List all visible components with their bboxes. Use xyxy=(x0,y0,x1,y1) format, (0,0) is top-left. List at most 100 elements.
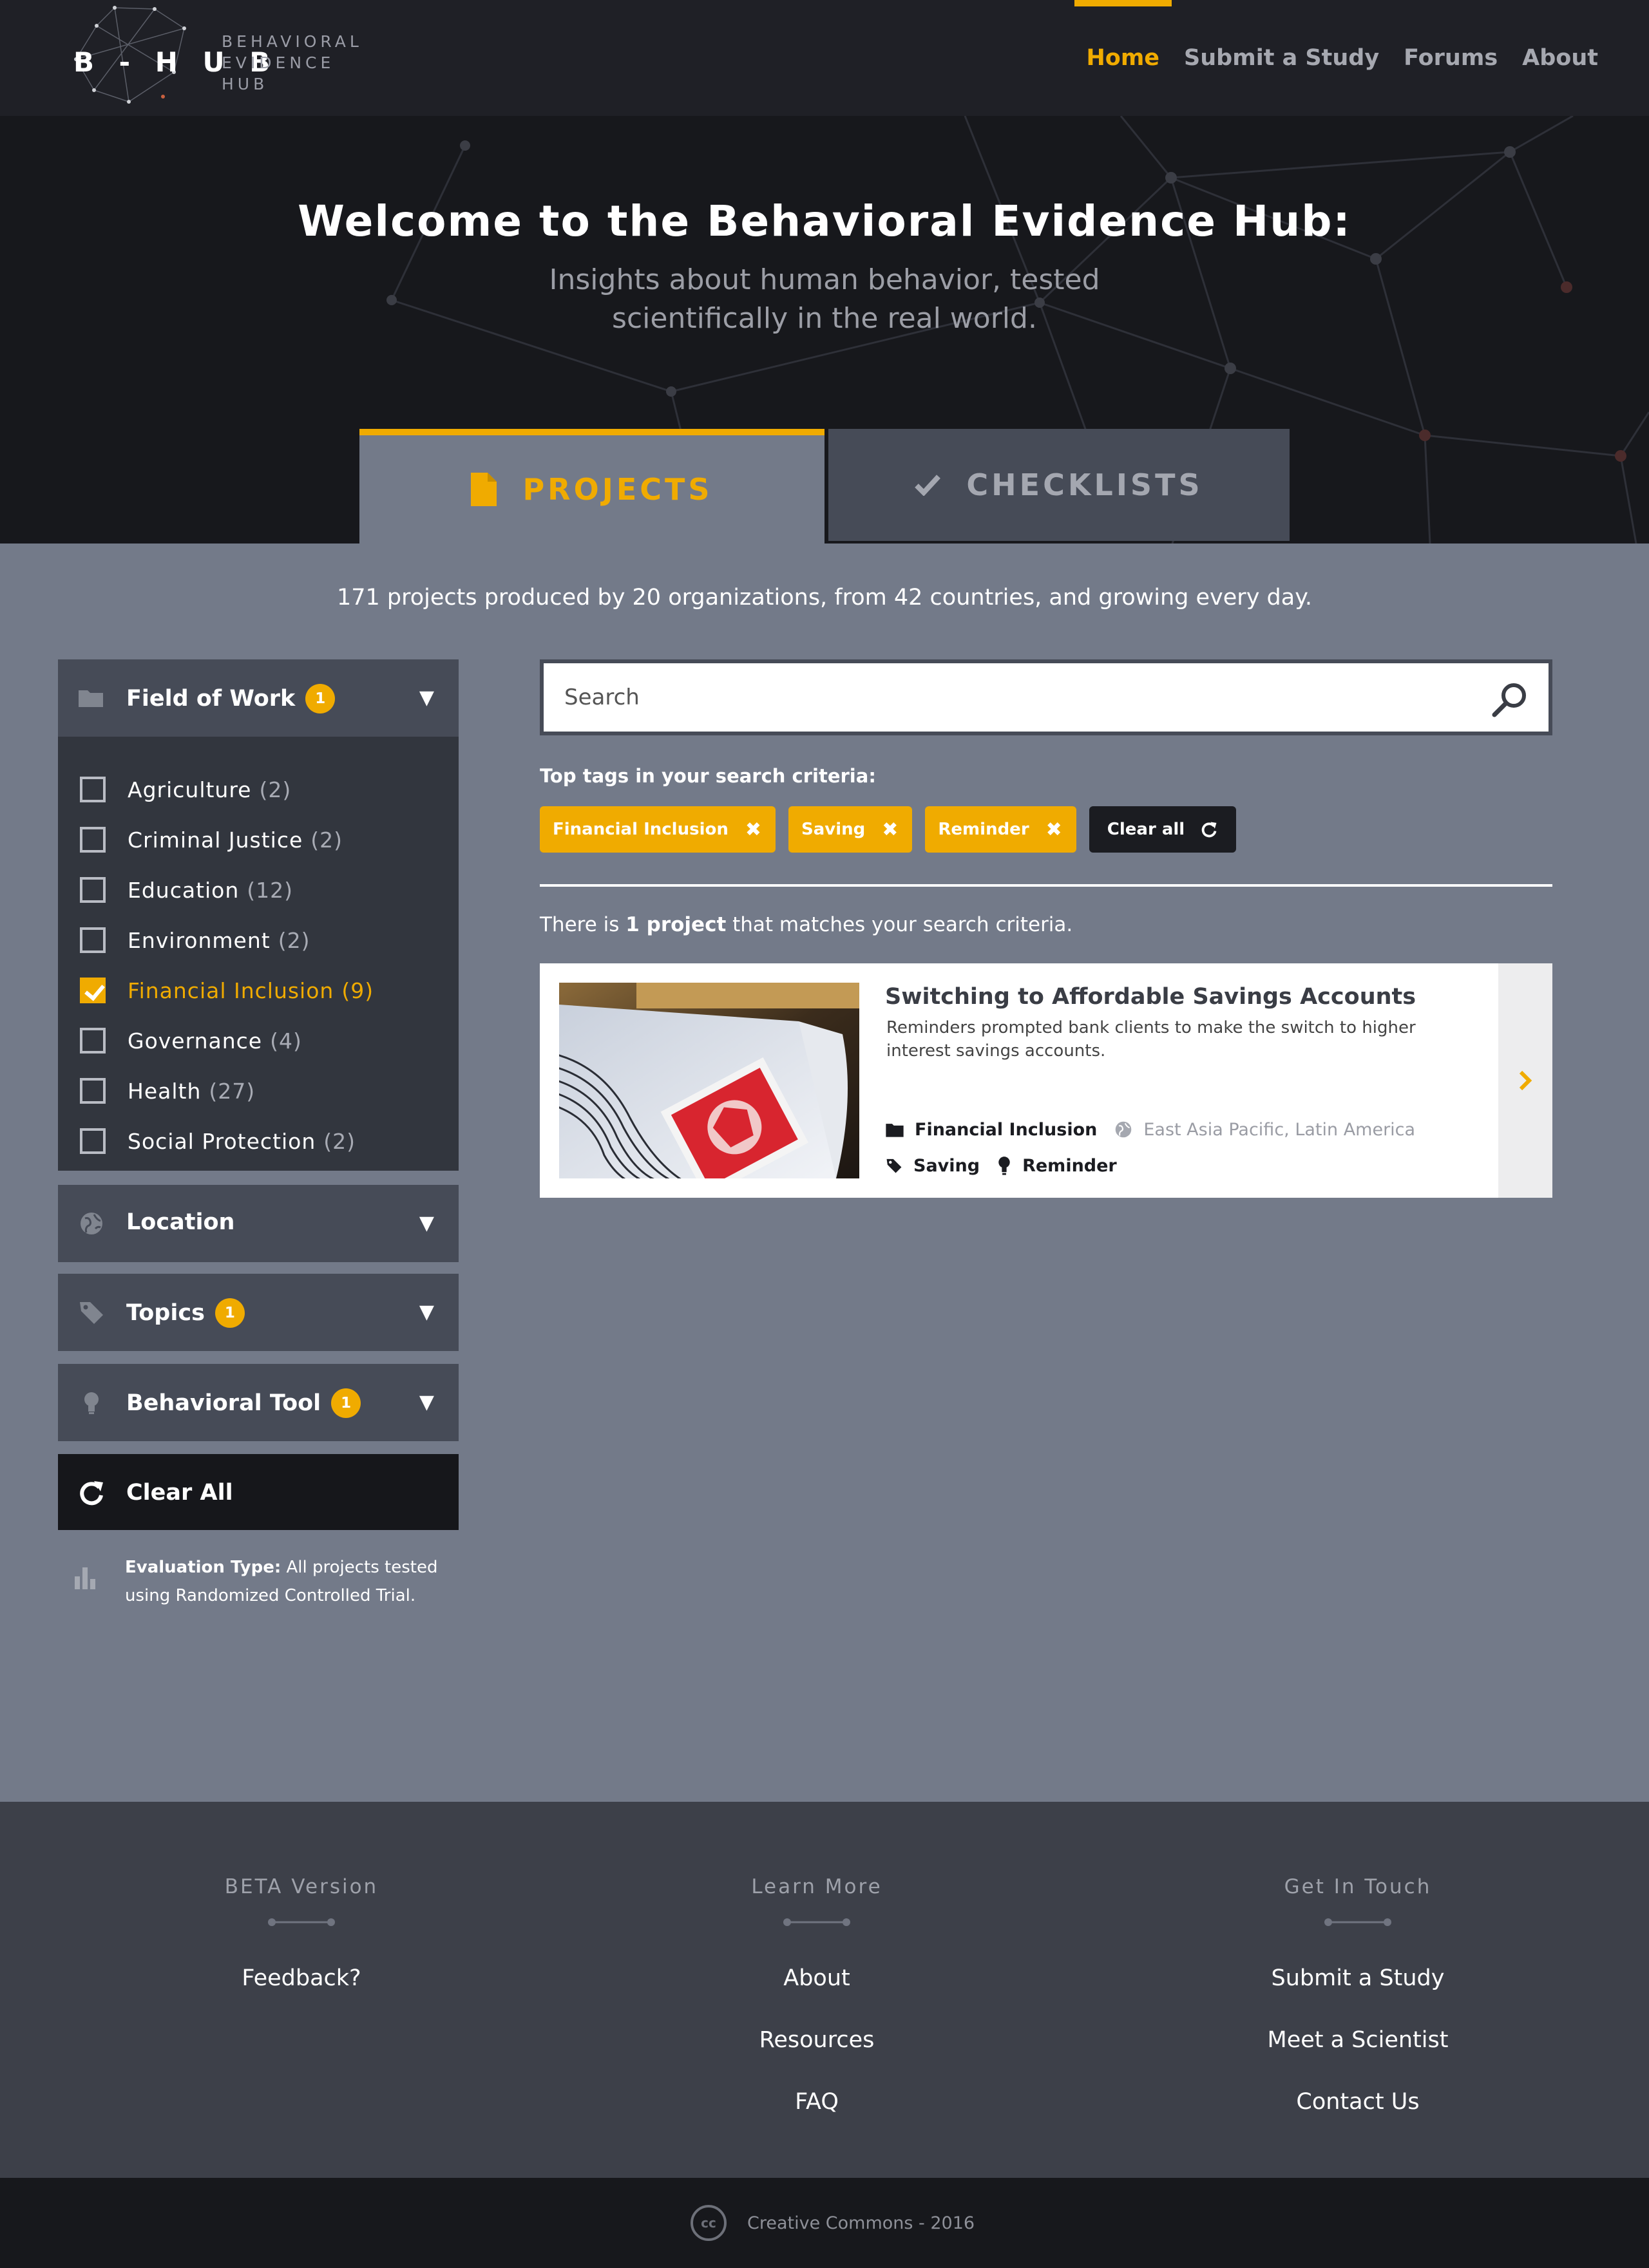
close-icon[interactable]: ✖ xyxy=(745,818,761,841)
footer-link-contact[interactable]: Contact Us xyxy=(1165,2089,1551,2115)
tag-icon xyxy=(80,1302,103,1324)
checkbox-governance[interactable]: Governance (4) xyxy=(80,1026,302,1055)
checkbox[interactable] xyxy=(80,877,106,903)
tab-checklists[interactable]: CHECKLISTS xyxy=(828,429,1290,541)
nav-home[interactable]: Home xyxy=(1074,0,1172,116)
filter-topics[interactable]: Topics 1 ▼ xyxy=(58,1274,459,1351)
refresh-icon xyxy=(80,1481,103,1506)
nav-about[interactable]: About xyxy=(1510,0,1610,116)
tag-label: Reminder xyxy=(938,820,1029,839)
hero-subtitle: Insights about human behavior, tested sc… xyxy=(549,263,1100,335)
project-open-button[interactable] xyxy=(1498,963,1552,1198)
checkbox-agriculture[interactable]: Agriculture (2) xyxy=(80,775,291,804)
checkbox-label: Health xyxy=(128,1078,202,1104)
footer-link-faq[interactable]: FAQ xyxy=(624,2089,1010,2115)
checkbox[interactable] xyxy=(80,927,106,953)
refresh-icon xyxy=(1201,822,1217,838)
copyright-text: Creative Commons - 2016 xyxy=(747,2213,975,2233)
checkbox-health[interactable]: Health (27) xyxy=(80,1077,255,1105)
footer-link-resources[interactable]: Resources xyxy=(624,2027,1010,2053)
filter-field-of-work-list: Agriculture (2) Criminal Justice (2) Educa… xyxy=(58,737,459,1171)
footer-link-meet-scientist[interactable]: Meet a Scientist xyxy=(1165,2027,1551,2053)
checkbox-checked[interactable] xyxy=(80,978,106,1003)
project-title[interactable]: Switching to Affordable Savings Accounts xyxy=(885,984,1416,1010)
project-thumbnail[interactable] xyxy=(559,983,859,1178)
clear-all-tags-button[interactable]: Clear all xyxy=(1089,806,1237,853)
logo-subtitle: BEHAVIORAL EVIDENCE HUB xyxy=(222,32,363,93)
nav-submit-study[interactable]: Submit a Study xyxy=(1172,0,1391,116)
checkbox[interactable] xyxy=(80,827,106,853)
checkbox[interactable] xyxy=(80,1078,106,1104)
checkbox-environment[interactable]: Environment (2) xyxy=(80,926,310,954)
footer-heading: Get In Touch xyxy=(1284,1875,1432,1898)
main-nav: Home Submit a Study Forums About xyxy=(1074,0,1611,116)
result-prefix: There is xyxy=(540,913,620,936)
footer-link-about[interactable]: About xyxy=(624,1965,1010,1991)
checkbox-social-protection[interactable]: Social Protection (2) xyxy=(80,1127,356,1155)
tag-reminder[interactable]: Reminder ✖ xyxy=(925,806,1076,853)
tab-checklists-label: CHECKLISTS xyxy=(966,468,1203,502)
top-tags-title: Top tags in your search criteria: xyxy=(540,765,876,787)
tag-saving[interactable]: Saving ✖ xyxy=(788,806,913,853)
tag-financial-inclusion[interactable]: Financial Inclusion ✖ xyxy=(540,806,776,853)
filter-topics-header: Topics 1 ▼ xyxy=(58,1274,459,1351)
search-input[interactable] xyxy=(564,680,1466,715)
filter-behavioral-tool-header: Behavioral Tool 1 ▼ xyxy=(58,1364,459,1441)
checkbox[interactable] xyxy=(80,777,106,802)
close-icon[interactable]: ✖ xyxy=(882,818,898,841)
checkbox-count: (2) xyxy=(259,777,292,802)
filter-behavioral-tool[interactable]: Behavioral Tool 1 ▼ xyxy=(58,1364,459,1441)
filter-location-label: Location xyxy=(126,1209,235,1235)
checkbox-label: Agriculture xyxy=(128,777,252,802)
checkbox-criminal-justice[interactable]: Criminal Justice (2) xyxy=(80,826,343,854)
filter-field-of-work-label: Field of Work xyxy=(126,686,296,712)
checkbox-label: Social Protection xyxy=(128,1128,316,1154)
project-tool[interactable]: Reminder xyxy=(1022,1156,1117,1176)
checkmark-icon xyxy=(915,474,941,496)
checkbox[interactable] xyxy=(80,1128,106,1154)
search-icon[interactable] xyxy=(1491,680,1529,719)
tag-label: Financial Inclusion xyxy=(553,820,729,839)
checkbox-count: (9) xyxy=(341,978,374,1003)
globe-icon xyxy=(81,1213,102,1234)
checkbox-count: (12) xyxy=(247,877,294,903)
svg-text:cc: cc xyxy=(701,2215,716,2231)
project-meta-row: Financial Inclusion East Asia Pacific, L… xyxy=(885,1118,1415,1141)
bar-chart-icon xyxy=(75,1567,95,1589)
filter-count-badge: 1 xyxy=(331,1388,361,1418)
tab-projects[interactable]: PROJECTS xyxy=(359,429,824,543)
hero-title: Welcome to the Behavioral Evidence Hub: xyxy=(298,196,1351,246)
top-navigation-bar: B - H U B BEHAVIORAL EVIDENCE HUB Home S… xyxy=(0,0,1649,116)
project-locations: East Asia Pacific, Latin America xyxy=(1143,1119,1416,1140)
checkbox-financial-inclusion[interactable]: Financial Inclusion (9) xyxy=(80,976,374,1005)
checkbox-label: Governance xyxy=(128,1028,263,1054)
footer-link-feedback[interactable]: Feedback? xyxy=(108,1965,495,1991)
filter-behavioral-tool-label: Behavioral Tool xyxy=(126,1390,321,1416)
close-icon[interactable]: ✖ xyxy=(1046,818,1062,841)
filter-field-of-work: Field of Work 1 ▼ Agriculture (2) Criminal… xyxy=(58,659,459,1171)
document-icon xyxy=(471,473,497,506)
filter-location[interactable]: Location ▼ xyxy=(58,1185,459,1262)
folder-icon xyxy=(79,690,103,707)
checkbox-count: (2) xyxy=(310,827,343,853)
checkbox-label: Education xyxy=(128,877,240,903)
checkbox-count: (2) xyxy=(323,1128,356,1154)
filter-count-badge: 1 xyxy=(214,1298,245,1328)
project-card[interactable]: Switching to Affordable Savings Accounts… xyxy=(540,963,1552,1198)
active-tags: Financial Inclusion ✖ Saving ✖ Reminder ✖ C… xyxy=(540,806,1249,853)
checkbox[interactable] xyxy=(80,1028,106,1054)
checkbox-education[interactable]: Education (12) xyxy=(80,876,293,904)
project-topic[interactable]: Saving xyxy=(913,1156,980,1176)
footer-link-submit-study[interactable]: Submit a Study xyxy=(1165,1965,1551,1991)
caret-down-icon: ▼ xyxy=(419,686,434,709)
clear-all-filters-button[interactable]: Clear All xyxy=(58,1454,459,1530)
caret-down-icon: ▼ xyxy=(419,1391,434,1413)
filter-topics-label: Topics xyxy=(126,1300,205,1326)
footer-divider xyxy=(268,1918,335,1926)
project-field[interactable]: Financial Inclusion xyxy=(915,1120,1097,1140)
bhub-logo[interactable]: B - H U B BEHAVIORAL EVIDENCE HUB xyxy=(58,0,367,116)
chevron-right-icon xyxy=(1519,1070,1532,1091)
nav-forums[interactable]: Forums xyxy=(1391,0,1510,116)
filter-field-of-work-header[interactable]: Field of Work 1 ▼ xyxy=(58,659,459,737)
tag-icon xyxy=(886,1158,902,1173)
